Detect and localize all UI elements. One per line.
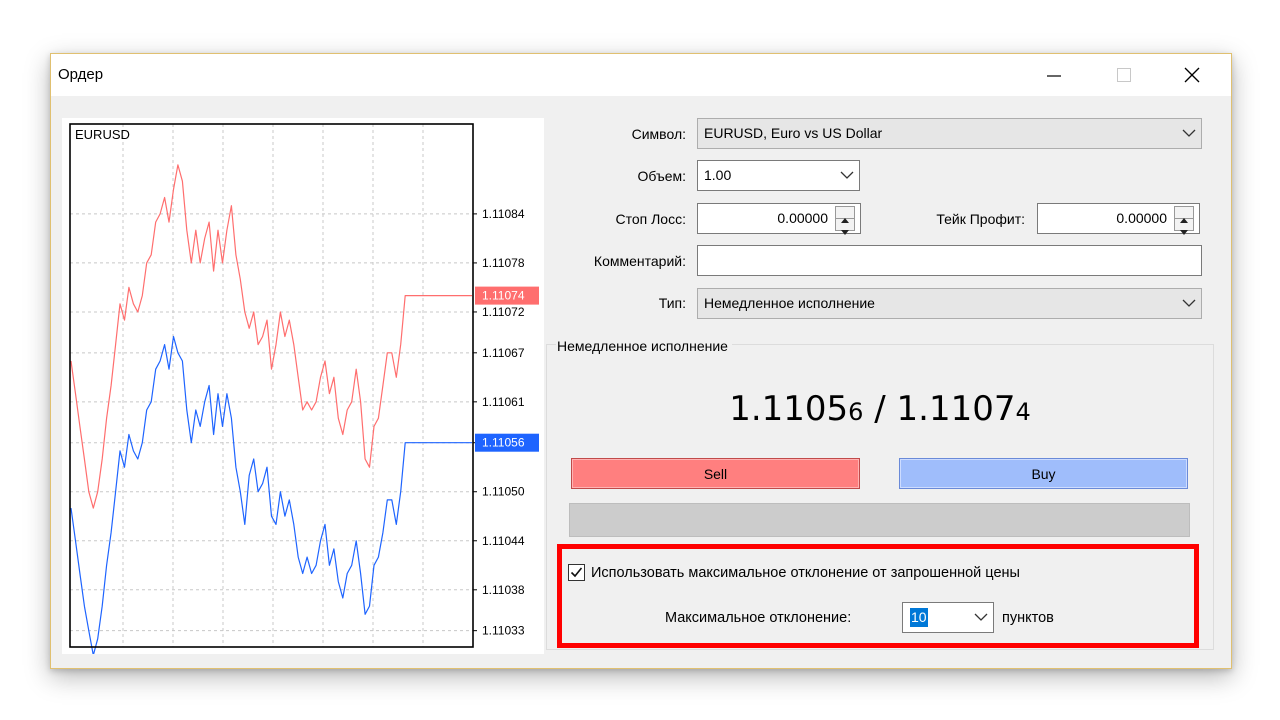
execution-group-label: Немедленное исполнение bbox=[556, 336, 732, 356]
comment-label: Комментарий: bbox=[593, 253, 686, 269]
chart-tick-label: 1.11084 bbox=[482, 207, 525, 221]
ask-price-last-digit: 4 bbox=[1015, 398, 1031, 426]
spin-up-icon[interactable] bbox=[1175, 207, 1193, 223]
stop-loss-input[interactable]: 0.00000 bbox=[697, 203, 861, 235]
chart-tick-label: 1.11072 bbox=[482, 305, 525, 319]
stop-loss-value: 0.00000 bbox=[777, 210, 828, 226]
ask-price-tag: 1.11074 bbox=[482, 289, 525, 303]
minimize-icon bbox=[1047, 75, 1061, 77]
stop-loss-label: Стоп Лосс: bbox=[615, 211, 687, 227]
stop-loss-spinner[interactable] bbox=[835, 206, 855, 235]
title-bar: Ордер bbox=[51, 54, 1231, 96]
bid-price-tag: 1.11056 bbox=[482, 436, 525, 450]
max-deviation-label: Максимальное отклонение: bbox=[665, 610, 852, 626]
minimize-button[interactable] bbox=[1031, 54, 1077, 96]
type-select[interactable]: Немедленное исполнение bbox=[697, 288, 1202, 319]
order-window: Ордер 1.11084 1.11078 1.11072 1.11067 1.1106… bbox=[50, 53, 1232, 669]
close-icon bbox=[1184, 67, 1200, 83]
chart-tick-label: 1.11050 bbox=[482, 485, 525, 499]
volume-select-value: 1.00 bbox=[704, 167, 732, 183]
ask-price-main: 1.1107 bbox=[896, 389, 1016, 429]
take-profit-input[interactable]: 0.00000 bbox=[1037, 203, 1200, 235]
volume-label: Объем: bbox=[637, 168, 687, 184]
chevron-down-icon[interactable] bbox=[974, 612, 988, 622]
chart-tick-label: 1.11067 bbox=[482, 346, 525, 360]
deviation-highlight-box bbox=[557, 544, 1199, 648]
chart-tick-label: 1.11061 bbox=[482, 395, 525, 409]
quote-separator: / bbox=[863, 389, 897, 429]
checkmark-icon bbox=[570, 567, 583, 578]
chart-tick-label: 1.11033 bbox=[482, 624, 525, 638]
deviation-checkbox-label[interactable]: Использовать максимальное отклонение от … bbox=[591, 563, 1020, 583]
spin-down-icon[interactable] bbox=[1175, 219, 1193, 235]
spin-down-icon[interactable] bbox=[836, 219, 854, 235]
symbol-label: Символ: bbox=[631, 126, 686, 142]
maximize-icon bbox=[1117, 68, 1131, 82]
max-deviation-value[interactable]: 10 bbox=[910, 608, 928, 627]
deviation-checkbox[interactable] bbox=[568, 564, 585, 581]
take-profit-spinner[interactable] bbox=[1174, 206, 1194, 235]
window-title: Ордер bbox=[58, 66, 104, 83]
chart-canvas: 1.11084 1.11078 1.11072 1.11067 1.11061 1.110… bbox=[69, 123, 539, 654]
take-profit-label: Тейк Профит: bbox=[936, 211, 1025, 227]
chart-symbol-label: EURUSD bbox=[75, 127, 130, 142]
price-quote: 1.11056 / 1.11074 bbox=[546, 384, 1214, 437]
sell-button[interactable]: Sell bbox=[571, 458, 860, 489]
close-button[interactable] bbox=[1169, 54, 1215, 96]
maximize-button bbox=[1101, 54, 1147, 96]
chevron-down-icon bbox=[1182, 129, 1196, 137]
bid-price-last-digit: 6 bbox=[848, 398, 864, 426]
chart-tick-label: 1.11044 bbox=[482, 534, 525, 548]
type-label: Тип: bbox=[658, 295, 686, 311]
type-select-value: Немедленное исполнение bbox=[704, 295, 875, 311]
symbol-select[interactable]: EURUSD, Euro vs US Dollar bbox=[697, 118, 1202, 149]
symbol-select-value: EURUSD, Euro vs US Dollar bbox=[704, 125, 883, 141]
spin-up-icon[interactable] bbox=[836, 207, 854, 223]
chart-plot-area bbox=[70, 124, 473, 647]
price-chart: 1.11084 1.11078 1.11072 1.11067 1.11061 1.110… bbox=[62, 118, 544, 654]
bid-price-main: 1.1105 bbox=[729, 389, 849, 429]
deviation-units-label: пунктов bbox=[1002, 610, 1054, 626]
chart-tick-label: 1.11038 bbox=[482, 583, 525, 597]
max-deviation-combobox[interactable]: 10 bbox=[902, 602, 994, 633]
chevron-down-icon bbox=[840, 171, 854, 179]
execution-progress-bar bbox=[569, 503, 1190, 537]
buy-button[interactable]: Buy bbox=[899, 458, 1188, 489]
take-profit-value: 0.00000 bbox=[1116, 210, 1167, 226]
comment-input[interactable] bbox=[697, 245, 1202, 276]
chart-tick-label: 1.11078 bbox=[482, 256, 525, 270]
volume-select[interactable]: 1.00 bbox=[697, 160, 860, 191]
chevron-down-icon bbox=[1182, 299, 1196, 307]
